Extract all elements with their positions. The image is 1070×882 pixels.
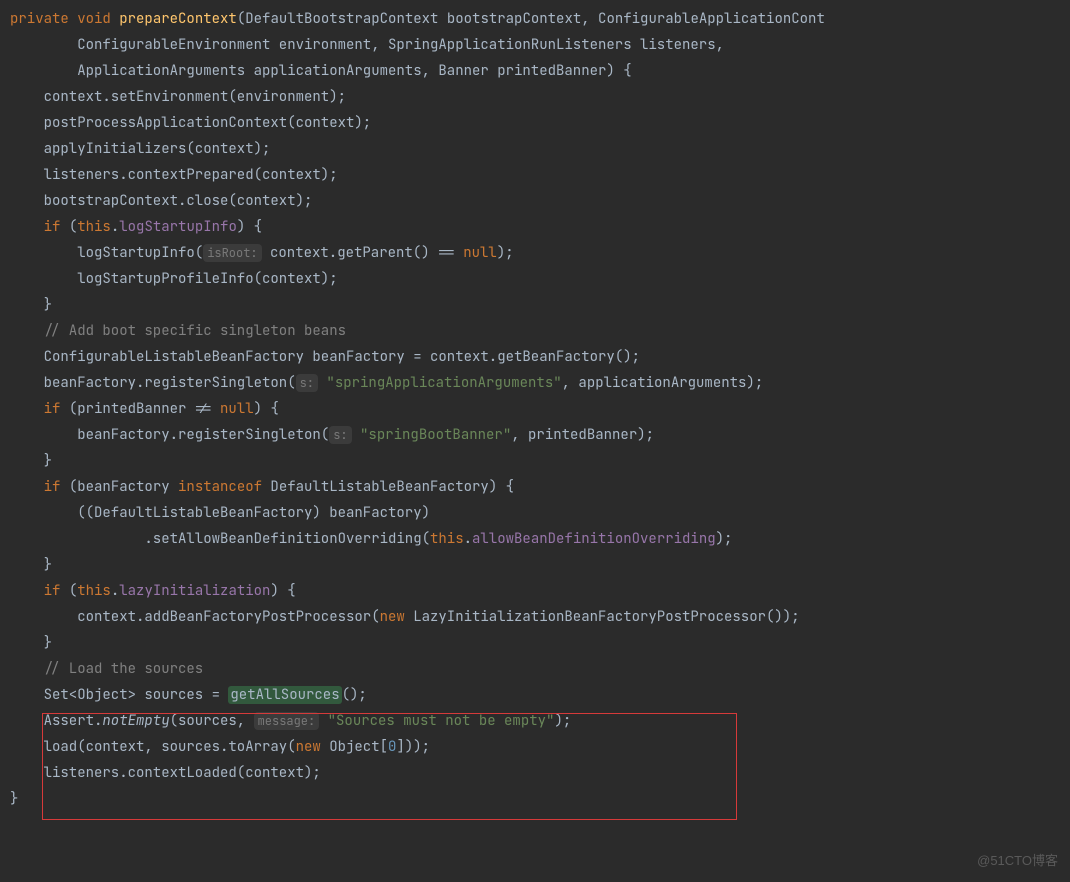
code-line: context.setEnvironment(environment); (10, 84, 1070, 110)
code-line: applyInitializers(context); (10, 136, 1070, 162)
code-line: } (10, 292, 1070, 318)
comment: // Load the sources (10, 660, 203, 678)
code-line: ApplicationArguments applicationArgument… (10, 58, 1070, 84)
string-literal: "springBootBanner" (360, 426, 511, 444)
param-hint: isRoot: (203, 244, 261, 262)
keyword-if: if (44, 478, 61, 496)
code-line: beanFactory.registerSingleton(s: "spring… (10, 422, 1070, 448)
keyword-new: new (380, 608, 405, 626)
keyword-this: this (430, 530, 464, 548)
field-ref: logStartupInfo (119, 218, 237, 236)
param-hint: s: (329, 426, 351, 444)
code-line: beanFactory.registerSingleton(s: "spring… (10, 370, 1070, 396)
string-literal: "Sources must not be empty" (328, 712, 555, 730)
code-line: Assert.notEmpty(sources, message: "Sourc… (10, 708, 1070, 734)
code-line: } (10, 630, 1070, 656)
field-ref: lazyInitialization (119, 582, 270, 600)
code-line: if (printedBanner != null) { (10, 396, 1070, 422)
static-method: notEmpty (102, 712, 169, 730)
code-line: } (10, 552, 1070, 578)
keyword-this: this (77, 218, 111, 236)
code-line: if (this.logStartupInfo) { (10, 214, 1070, 240)
code-editor[interactable]: private void prepareContext(DefaultBoots… (10, 6, 1070, 812)
code-line: ConfigurableEnvironment environment, Spr… (10, 32, 1070, 58)
comment: // Add boot specific singleton beans (10, 322, 346, 340)
code-line: .setAllowBeanDefinitionOverriding(this.a… (10, 526, 1070, 552)
method-name: prepareContext (119, 10, 237, 28)
code-line: if (beanFactory instanceof DefaultListab… (10, 474, 1070, 500)
code-line: } (10, 786, 1070, 812)
string-literal: "springApplicationArguments" (326, 374, 561, 392)
code-line: // Add boot specific singleton beans (10, 318, 1070, 344)
code-line: ConfigurableListableBeanFactory beanFact… (10, 344, 1070, 370)
keyword-void: void (77, 10, 111, 28)
keyword-if: if (44, 400, 61, 418)
code-line: // Load the sources (10, 656, 1070, 682)
keyword-instanceof: instanceof (178, 478, 262, 496)
keyword-if: if (44, 582, 61, 600)
keyword-null: null (220, 400, 254, 418)
code-line: bootstrapContext.close(context); (10, 188, 1070, 214)
keyword-null: null (463, 244, 497, 262)
code-line: postProcessApplicationContext(context); (10, 110, 1070, 136)
code-line: load(context, sources.toArray(new Object… (10, 734, 1070, 760)
code-line: } (10, 448, 1070, 474)
code-line: listeners.contextLoaded(context); (10, 760, 1070, 786)
field-ref: allowBeanDefinitionOverriding (472, 530, 716, 548)
param-hint: message: (254, 712, 320, 730)
highlighted-method: getAllSources (228, 686, 341, 704)
keyword-this: this (77, 582, 111, 600)
watermark: @51CTO博客 (977, 848, 1058, 874)
keyword-if: if (44, 218, 61, 236)
code-line: if (this.lazyInitialization) { (10, 578, 1070, 604)
code-line: logStartupProfileInfo(context); (10, 266, 1070, 292)
code-line: listeners.contextPrepared(context); (10, 162, 1070, 188)
param-hint: s: (296, 374, 318, 392)
code-line: Set<Object> sources = getAllSources(); (10, 682, 1070, 708)
keyword-private: private (10, 10, 69, 28)
code-line: context.addBeanFactoryPostProcessor(new … (10, 604, 1070, 630)
keyword-new: new (296, 738, 321, 756)
code-line: ((DefaultListableBeanFactory) beanFactor… (10, 500, 1070, 526)
code-line: logStartupInfo(isRoot: context.getParent… (10, 240, 1070, 266)
code-line: private void prepareContext(DefaultBoots… (10, 6, 1070, 32)
